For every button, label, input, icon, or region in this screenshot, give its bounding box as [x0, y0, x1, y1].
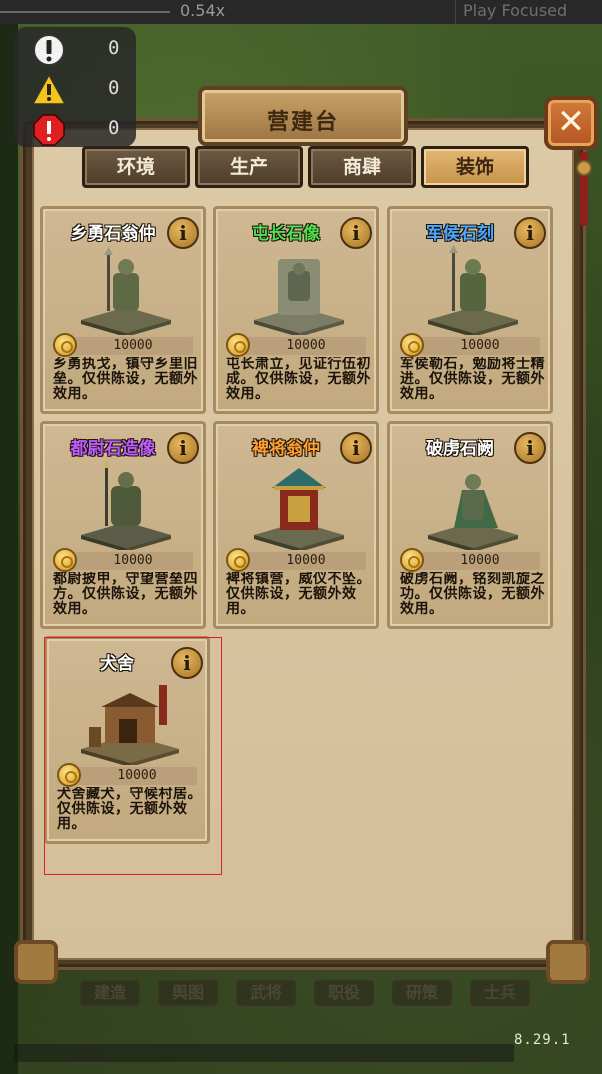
coin-icon [226, 548, 250, 572]
log-stats-overlay: 0 0 0 [14, 27, 136, 147]
card-name: 裨将翁仲 [252, 439, 320, 459]
commander-statue-icon [81, 460, 171, 550]
warrior-statue-icon [81, 247, 171, 335]
coin-icon [53, 333, 77, 357]
coin-icon [226, 333, 250, 357]
coin-icon [400, 548, 424, 572]
decoration-card[interactable]: 乡勇石翁仲 i 10000 乡勇执戈，镇守乡里旧垒。仅供陈设，无额外效用。 [40, 206, 206, 414]
card-price: 10000 [460, 338, 500, 353]
info-count: 0 [108, 37, 120, 59]
card-price: 10000 [460, 553, 500, 568]
version-label: 8.29.1 [514, 1032, 571, 1048]
card-name: 屯长石像 [252, 224, 320, 244]
seated-general-statue-icon [428, 474, 518, 550]
close-button[interactable]: ✕ [544, 96, 598, 150]
decoration-card[interactable]: 裨将翁仲 i 10000 裨将镇营，威仪不坠。仅供陈设，无额外效用。 [213, 421, 379, 629]
card-description: 裨将镇营，威仪不坠。仅供陈设，无额外效用。 [226, 572, 371, 617]
decoration-card[interactable]: 犬舍 i 10000 犬舍藏犬，守候村居。仅供陈设，无额外效用。 [44, 636, 210, 844]
card-description: 破虏石阙，铭刻凯旋之功。仅供陈设，无额外效用。 [400, 572, 545, 617]
tab-environment[interactable]: 环境 [82, 146, 190, 188]
nav-item-generals[interactable]: 武将 [236, 980, 296, 1006]
coin-icon [400, 333, 424, 357]
nav-item-soldiers[interactable]: 士兵 [470, 980, 530, 1006]
card-price: 10000 [113, 553, 153, 568]
card-name: 犬舍 [100, 654, 134, 674]
tab-decoration[interactable]: 装饰 [421, 146, 529, 188]
nav-item-map[interactable]: 舆图 [158, 980, 218, 1006]
tab-shops[interactable]: 商肆 [308, 146, 416, 188]
officer-statue-icon [428, 245, 518, 335]
zoom-label: 0.54x [180, 1, 226, 20]
play-mode-dropdown[interactable]: Play Focused [463, 1, 567, 20]
panel-title: 营建台 [266, 110, 339, 135]
editor-toolbar: 0.54x Play Focused [0, 0, 602, 24]
decoration-card[interactable]: 屯长石像 i 10000 屯长肃立，见证行伍初成。仅供陈设，无额外效用。 [213, 206, 379, 414]
corner-ornament-left [14, 940, 58, 984]
warning-count: 0 [108, 77, 120, 99]
card-price: 10000 [286, 338, 326, 353]
card-name: 都尉石造像 [70, 439, 156, 459]
coin-icon [57, 763, 81, 787]
panel-title-plate: 营建台 [198, 86, 408, 146]
card-price: 10000 [117, 768, 157, 783]
error-count: 0 [108, 117, 120, 139]
card-name: 军侯石刻 [426, 224, 494, 244]
info-circle-icon [33, 34, 65, 66]
corner-ornament-right [546, 940, 590, 984]
close-icon: ✕ [556, 102, 586, 142]
card-description: 都尉披甲，守望营垒四方。仅供陈设，无额外效用。 [53, 572, 198, 617]
card-price: 10000 [286, 553, 326, 568]
card-name: 破虏石阙 [426, 439, 494, 459]
nav-item-build[interactable]: 建造 [80, 980, 140, 1006]
zoom-slider[interactable] [0, 11, 170, 13]
card-price: 10000 [113, 338, 153, 353]
bottom-nav: 建造 舆图 武将 职役 研策 士兵 [70, 980, 540, 1008]
info-stat[interactable]: 0 [32, 33, 132, 67]
coin-icon [53, 548, 77, 572]
card-description: 犬舍藏犬，守候村居。仅供陈设，无额外效用。 [57, 787, 202, 832]
error-octagon-icon [33, 114, 65, 146]
tab-production[interactable]: 生产 [195, 146, 303, 188]
card-name: 乡勇石翁仲 [70, 224, 156, 244]
decoration-card[interactable]: 都尉石造像 i 10000 都尉披甲，守望营垒四方。仅供陈设，无额外效用。 [40, 421, 206, 629]
card-description: 乡勇执戈，镇守乡里旧垒。仅供陈设，无额外效用。 [53, 357, 198, 402]
warning-triangle-icon [31, 73, 67, 105]
decoration-card[interactable]: 破虏石阙 i 10000 破虏石阙，铭刻凯旋之功。仅供陈设，无额外效用。 [387, 421, 553, 629]
kennel-icon [81, 685, 179, 765]
nav-item-research[interactable]: 研策 [392, 980, 452, 1006]
toolbar-divider [455, 0, 456, 24]
card-description: 军侯勒石，勉励将士精进。仅供陈设，无额外效用。 [400, 357, 545, 402]
shrine-icon [254, 468, 344, 550]
card-description: 屯长肃立，见证行伍初成。仅供陈设，无额外效用。 [226, 357, 371, 402]
decoration-card[interactable]: 军侯石刻 i 10000 军侯勒石，勉励将士精进。仅供陈设，无额外效用。 [387, 206, 553, 414]
tassel-knot [576, 160, 592, 176]
stele-statue-icon [254, 259, 344, 335]
error-stat[interactable]: 0 [32, 113, 132, 147]
edge-shade [0, 24, 18, 1074]
news-ticker [14, 1044, 514, 1062]
warning-stat[interactable]: 0 [31, 73, 132, 107]
nav-item-jobs[interactable]: 职役 [314, 980, 374, 1006]
